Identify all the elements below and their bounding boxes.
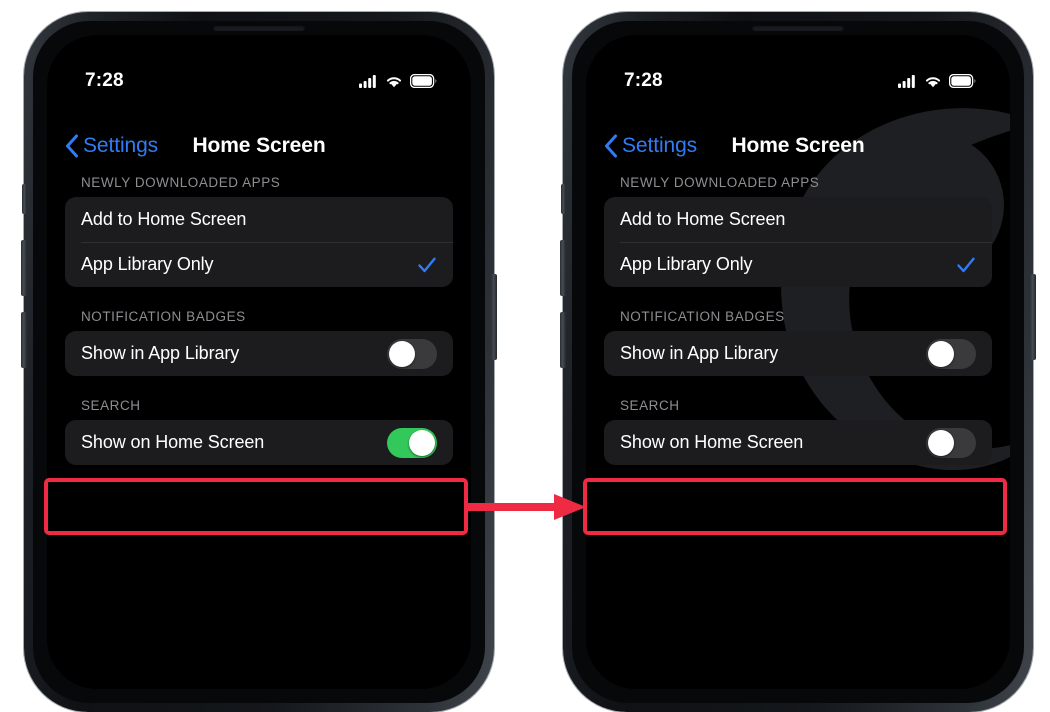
settings-content: NEWLY DOWNLOADED APPS Add to Home Screen… <box>47 175 471 689</box>
status-indicators <box>898 74 976 88</box>
power-button[interactable] <box>491 274 497 360</box>
row-add-to-home-screen[interactable]: Add to Home Screen <box>65 197 453 242</box>
section-header-notification-badges: NOTIFICATION BADGES <box>620 309 785 324</box>
row-add-to-home-screen[interactable]: Add to Home Screen <box>604 197 992 242</box>
volume-down-button[interactable] <box>560 312 566 368</box>
screenshot-stage: 7:28 Settings Home Screen NEWLY DOWNLOAD… <box>0 0 1050 712</box>
checkmark-icon <box>418 257 436 272</box>
row-label: Add to Home Screen <box>81 209 247 229</box>
phone-bezel: 7:28 Settings Home Screen NEWLY DOWNLOAD… <box>572 21 1024 703</box>
section-header-search: SEARCH <box>81 398 141 413</box>
switch-knob <box>928 340 954 367</box>
switch-show-on-home-screen[interactable] <box>926 427 976 458</box>
switch-knob <box>409 429 435 456</box>
wifi-icon <box>925 76 941 87</box>
switch-knob <box>389 340 415 367</box>
power-button[interactable] <box>1030 274 1036 360</box>
row-label: Add to Home Screen <box>620 209 786 229</box>
group-newly-downloaded-apps: Add to Home Screen App Library Only <box>604 197 992 287</box>
switch-knob <box>928 429 954 456</box>
checkmark-icon <box>957 257 975 272</box>
row-label: App Library Only <box>620 254 753 274</box>
switch-show-in-app-library[interactable] <box>926 338 976 369</box>
mute-switch-button[interactable] <box>561 184 566 214</box>
section-header-notification-badges: NOTIFICATION BADGES <box>81 309 246 324</box>
earpiece-speaker <box>752 25 844 31</box>
group-notification-badges: Show in App Library <box>65 331 453 376</box>
phone-before: 7:28 Settings Home Screen NEWLY DOWNLOAD… <box>21 12 497 712</box>
navigation-bar: Settings Home Screen <box>47 125 471 167</box>
phone-after: 7:28 Settings Home Screen NEWLY DOWNLOAD… <box>560 12 1036 712</box>
group-search: Show on Home Screen <box>65 420 453 465</box>
wifi-icon <box>386 76 402 87</box>
status-time: 7:28 <box>85 70 124 91</box>
section-header-newly-downloaded-apps: NEWLY DOWNLOADED APPS <box>620 175 820 190</box>
row-label: Show on Home Screen <box>81 432 265 452</box>
mute-switch-button[interactable] <box>22 184 27 214</box>
group-notification-badges: Show in App Library <box>604 331 992 376</box>
switch-show-in-app-library[interactable] <box>387 338 437 369</box>
switch-show-on-home-screen[interactable] <box>387 427 437 458</box>
row-app-library-only[interactable]: App Library Only <box>65 242 453 287</box>
volume-down-button[interactable] <box>21 312 27 368</box>
row-label: Show on Home Screen <box>620 432 804 452</box>
page-title: Home Screen <box>731 134 865 157</box>
page-title: Home Screen <box>192 134 326 157</box>
row-show-on-home-screen[interactable]: Show on Home Screen <box>65 420 453 465</box>
status-bar: 7:28 <box>47 69 471 93</box>
group-search: Show on Home Screen <box>604 420 992 465</box>
phone-bezel: 7:28 Settings Home Screen NEWLY DOWNLOAD… <box>33 21 485 703</box>
row-label: Show in App Library <box>81 343 240 363</box>
settings-content: NEWLY DOWNLOADED APPS Add to Home Screen… <box>586 175 1010 689</box>
cellular-signal-icon <box>898 75 915 88</box>
section-header-newly-downloaded-apps: NEWLY DOWNLOADED APPS <box>81 175 281 190</box>
row-show-in-app-library[interactable]: Show in App Library <box>65 331 453 376</box>
status-indicators <box>359 74 437 88</box>
status-time: 7:28 <box>624 70 663 91</box>
row-show-in-app-library[interactable]: Show in App Library <box>604 331 992 376</box>
row-app-library-only[interactable]: App Library Only <box>604 242 992 287</box>
cellular-signal-icon <box>359 75 376 88</box>
row-show-on-home-screen[interactable]: Show on Home Screen <box>604 420 992 465</box>
group-newly-downloaded-apps: Add to Home Screen App Library Only <box>65 197 453 287</box>
phone-screen-after: 7:28 Settings Home Screen NEWLY DOWNLOAD… <box>586 35 1010 689</box>
row-label: Show in App Library <box>620 343 779 363</box>
earpiece-speaker <box>213 25 305 31</box>
battery-icon <box>949 74 976 88</box>
navigation-bar: Settings Home Screen <box>586 125 1010 167</box>
section-header-search: SEARCH <box>620 398 680 413</box>
battery-icon <box>410 74 437 88</box>
volume-up-button[interactable] <box>560 240 566 296</box>
status-bar: 7:28 <box>586 69 1010 93</box>
phone-screen-before: 7:28 Settings Home Screen NEWLY DOWNLOAD… <box>47 35 471 689</box>
row-label: App Library Only <box>81 254 214 274</box>
volume-up-button[interactable] <box>21 240 27 296</box>
